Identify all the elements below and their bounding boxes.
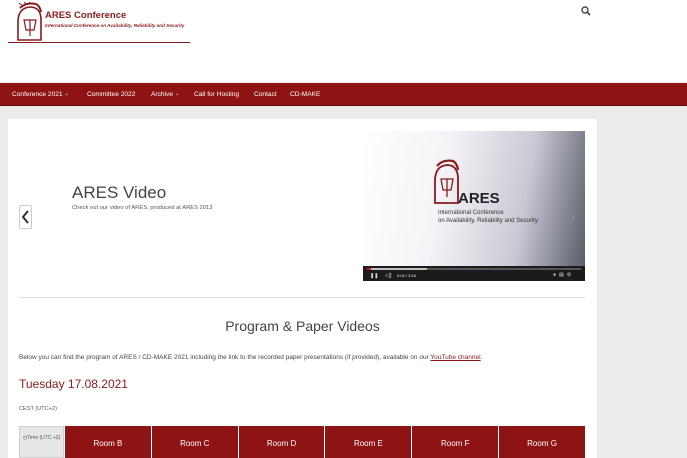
- program-table: ◷Time (UTC +2) Room B Room C Room D Room…: [19, 426, 585, 458]
- time-column-header: ◷Time (UTC +2): [19, 426, 64, 458]
- room-column-header: Room D: [237, 426, 325, 458]
- main-navigation: Conference 2021 ⌄ Committee 2022 Archive ⌄…: [0, 83, 687, 106]
- video-subtitle: International Conference on Availability…: [438, 209, 538, 225]
- youtube-channel-link[interactable]: YouTube channel: [430, 354, 480, 361]
- timezone-label: CEST (UTC+2): [19, 406, 57, 412]
- nav-item-label: Contact: [254, 91, 277, 98]
- time-column-label: Time (UTC +2): [27, 435, 61, 441]
- logo-subtitle: International Conference on Availability…: [45, 23, 185, 28]
- nav-item-label: CD-MAKE: [290, 91, 321, 98]
- nav-item-contact[interactable]: Contact: [254, 83, 277, 106]
- site-header: ARES Conference International Conference…: [0, 0, 687, 82]
- main-content: ARES Video Check out our video of ARES, …: [8, 119, 597, 458]
- helmet-logo-icon: [434, 159, 460, 204]
- room-column-header: Room F: [411, 426, 499, 458]
- room-column-header: Room G: [498, 426, 585, 458]
- logo-title: ARES Conference: [45, 10, 127, 21]
- nav-item-label: Call for Hosting: [194, 91, 240, 98]
- pause-icon[interactable]: ❚❚: [370, 273, 378, 279]
- day-heading: Tuesday 17.08.2021: [19, 377, 128, 391]
- nav-item-label: Archive: [151, 91, 173, 98]
- intro-text: Below you can find the program of ARES /…: [19, 354, 482, 361]
- nav-item-call-for-hosting[interactable]: Call for Hosting: [194, 83, 239, 106]
- slide-caption: Check out our video of ARES, produced at…: [72, 205, 213, 211]
- video-subtitle-line: on Availability, Reliability and Securit…: [438, 218, 538, 224]
- volume-icon[interactable]: ◁): [385, 272, 392, 279]
- intro-text-body: Below you can find the program of ARES /…: [19, 354, 431, 361]
- section-divider: [19, 297, 585, 298]
- video-time: 0:04 / 3:16: [397, 273, 416, 278]
- video-subtitle-line: International Conference: [438, 210, 504, 216]
- room-column-header: Room C: [150, 426, 238, 458]
- nav-item-cd-make[interactable]: CD-MAKE: [290, 83, 320, 106]
- video-progress-played: [367, 268, 371, 270]
- nav-item-label: Committee 2022: [87, 91, 136, 98]
- room-column-header: Room B: [64, 426, 151, 458]
- site-logo[interactable]: ARES Conference International Conference…: [8, 2, 190, 43]
- slide-title: ARES Video: [72, 183, 167, 202]
- video-settings-controls[interactable]: ●▤⚙: [553, 272, 574, 278]
- section-title: Program & Paper Videos: [225, 318, 380, 334]
- nav-item-committee-2022[interactable]: Committee 2022: [87, 83, 135, 106]
- nav-item-archive[interactable]: Archive ⌄: [151, 83, 179, 106]
- chevron-down-icon: ⌄: [64, 91, 69, 97]
- slider-prev-button[interactable]: [19, 205, 32, 229]
- video-progress-buffered: [367, 268, 427, 270]
- helmet-logo-icon: [17, 2, 42, 41]
- video-logo-text: ARES: [458, 190, 500, 207]
- chevron-left-icon: [21, 210, 29, 224]
- room-column-header: Room E: [324, 426, 412, 458]
- search-icon[interactable]: [581, 6, 591, 16]
- nav-item-label: Conference 2021: [12, 91, 63, 98]
- chevron-right-icon[interactable]: ›: [571, 210, 575, 224]
- video-progress-bar[interactable]: [367, 268, 581, 270]
- intro-text-end: .: [480, 354, 483, 361]
- chevron-down-icon: ⌄: [175, 91, 180, 97]
- nav-item-conference-2021[interactable]: Conference 2021 ⌄: [12, 83, 69, 106]
- video-player[interactable]: ARES International Conference on Availab…: [363, 131, 585, 281]
- video-control-bar: ❚❚ ◁) 0:04 / 3:16 ●▤⚙: [363, 266, 585, 281]
